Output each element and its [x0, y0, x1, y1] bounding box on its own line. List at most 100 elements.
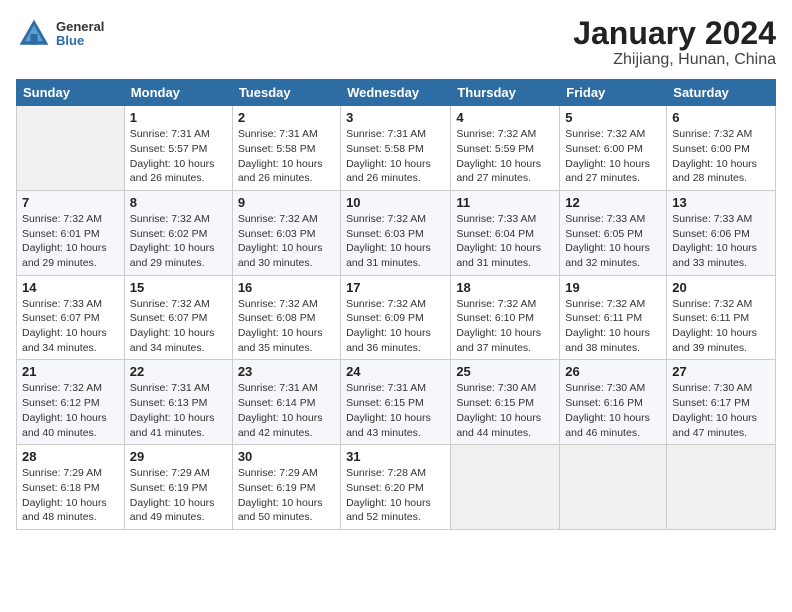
day-number: 31	[346, 449, 445, 464]
day-number: 20	[672, 280, 770, 295]
calendar-cell: 15 Sunrise: 7:32 AMSunset: 6:07 PMDayligh…	[124, 275, 232, 360]
calendar-cell: 21Sunrise: 7:32 AMSunset: 6:12 PMDayligh…	[17, 360, 125, 445]
calendar-cell: 12Sunrise: 7:33 AMSunset: 6:05 PMDayligh…	[560, 190, 667, 275]
day-number: 11	[456, 195, 554, 210]
day-info: Sunrise: 7:32 AMSunset: 6:08 PMDaylight:…	[238, 297, 335, 356]
logo-blue-text: Blue	[56, 34, 104, 48]
calendar-cell: 31 Sunrise: 7:28 AMSunset: 6:20 PMDayligh…	[341, 445, 451, 530]
day-number: 18	[456, 280, 554, 295]
weekday-header-friday: Friday	[560, 80, 667, 106]
day-info: Sunrise: 7:28 AMSunset: 6:20 PMDaylight:…	[346, 466, 445, 525]
day-info: Sunrise: 7:32 AMSunset: 6:00 PMDaylight:…	[672, 127, 770, 186]
calendar-cell: 30Sunrise: 7:29 AMSunset: 6:19 PMDayligh…	[232, 445, 340, 530]
calendar-cell: 29Sunrise: 7:29 AMSunset: 6:19 PMDayligh…	[124, 445, 232, 530]
calendar-cell: 5 Sunrise: 7:32 AMSunset: 6:00 PMDaylight…	[560, 106, 667, 191]
calendar-cell: 19 Sunrise: 7:32 AMSunset: 6:11 PMDayligh…	[560, 275, 667, 360]
calendar-cell: 28 Sunrise: 7:29 AMSunset: 6:18 PMDayligh…	[17, 445, 125, 530]
calendar-cell: 14 Sunrise: 7:33 AMSunset: 6:07 PMDayligh…	[17, 275, 125, 360]
week-row-1: 1 Sunrise: 7:31 AMSunset: 5:57 PMDaylight…	[17, 106, 776, 191]
weekday-header-row: SundayMondayTuesdayWednesdayThursdayFrid…	[17, 80, 776, 106]
day-number: 27	[672, 364, 770, 379]
calendar-cell: 9Sunrise: 7:32 AMSunset: 6:03 PMDaylight…	[232, 190, 340, 275]
day-info: Sunrise: 7:32 AMSunset: 6:07 PMDaylight:…	[130, 297, 227, 356]
day-info: Sunrise: 7:32 AMSunset: 6:01 PMDaylight:…	[22, 212, 119, 271]
day-info: Sunrise: 7:31 AMSunset: 5:57 PMDaylight:…	[130, 127, 227, 186]
day-number: 2	[238, 110, 335, 125]
calendar-cell: 26Sunrise: 7:30 AMSunset: 6:16 PMDayligh…	[560, 360, 667, 445]
calendar-cell	[667, 445, 776, 530]
day-number: 21	[22, 364, 119, 379]
calendar-cell: 2 Sunrise: 7:31 AMSunset: 5:58 PMDaylight…	[232, 106, 340, 191]
day-info: Sunrise: 7:32 AMSunset: 5:59 PMDaylight:…	[456, 127, 554, 186]
calendar-cell: 22 Sunrise: 7:31 AMSunset: 6:13 PMDayligh…	[124, 360, 232, 445]
calendar-title: January 2024	[573, 16, 776, 51]
day-number: 17	[346, 280, 445, 295]
day-number: 30	[238, 449, 335, 464]
calendar-cell: 4 Sunrise: 7:32 AMSunset: 5:59 PMDaylight…	[451, 106, 560, 191]
day-number: 5	[565, 110, 661, 125]
week-row-2: 7 Sunrise: 7:32 AMSunset: 6:01 PMDaylight…	[17, 190, 776, 275]
weekday-header-saturday: Saturday	[667, 80, 776, 106]
day-info: Sunrise: 7:31 AMSunset: 6:13 PMDaylight:…	[130, 381, 227, 440]
weekday-header-sunday: Sunday	[17, 80, 125, 106]
day-info: Sunrise: 7:32 AMSunset: 6:03 PMDaylight:…	[346, 212, 445, 271]
day-info: Sunrise: 7:29 AMSunset: 6:18 PMDaylight:…	[22, 466, 119, 525]
day-number: 12	[565, 195, 661, 210]
page: General Blue January 2024 Zhijiang, Huna…	[0, 0, 792, 612]
calendar-cell	[17, 106, 125, 191]
logo: General Blue	[16, 16, 104, 52]
week-row-3: 14 Sunrise: 7:33 AMSunset: 6:07 PMDayligh…	[17, 275, 776, 360]
calendar-cell: 13 Sunrise: 7:33 AMSunset: 6:06 PMDayligh…	[667, 190, 776, 275]
calendar-cell: 20Sunrise: 7:32 AMSunset: 6:11 PMDayligh…	[667, 275, 776, 360]
day-info: Sunrise: 7:33 AMSunset: 6:06 PMDaylight:…	[672, 212, 770, 271]
day-number: 14	[22, 280, 119, 295]
day-info: Sunrise: 7:32 AMSunset: 6:11 PMDaylight:…	[565, 297, 661, 356]
day-info: Sunrise: 7:32 AMSunset: 6:10 PMDaylight:…	[456, 297, 554, 356]
day-info: Sunrise: 7:32 AMSunset: 6:02 PMDaylight:…	[130, 212, 227, 271]
header: General Blue January 2024 Zhijiang, Huna…	[16, 16, 776, 69]
day-number: 22	[130, 364, 227, 379]
day-number: 24	[346, 364, 445, 379]
day-number: 19	[565, 280, 661, 295]
day-number: 13	[672, 195, 770, 210]
day-number: 16	[238, 280, 335, 295]
calendar-cell: 10Sunrise: 7:32 AMSunset: 6:03 PMDayligh…	[341, 190, 451, 275]
calendar-cell: 27 Sunrise: 7:30 AMSunset: 6:17 PMDayligh…	[667, 360, 776, 445]
calendar-cell: 18 Sunrise: 7:32 AMSunset: 6:10 PMDayligh…	[451, 275, 560, 360]
day-info: Sunrise: 7:32 AMSunset: 6:00 PMDaylight:…	[565, 127, 661, 186]
day-number: 1	[130, 110, 227, 125]
day-info: Sunrise: 7:31 AMSunset: 6:14 PMDaylight:…	[238, 381, 335, 440]
weekday-header-tuesday: Tuesday	[232, 80, 340, 106]
day-info: Sunrise: 7:33 AMSunset: 6:04 PMDaylight:…	[456, 212, 554, 271]
calendar-cell: 24Sunrise: 7:31 AMSunset: 6:15 PMDayligh…	[341, 360, 451, 445]
weekday-header-monday: Monday	[124, 80, 232, 106]
logo-text: General Blue	[56, 20, 104, 49]
calendar-table: SundayMondayTuesdayWednesdayThursdayFrid…	[16, 79, 776, 530]
calendar-cell: 8 Sunrise: 7:32 AMSunset: 6:02 PMDaylight…	[124, 190, 232, 275]
calendar-cell	[451, 445, 560, 530]
day-number: 3	[346, 110, 445, 125]
day-info: Sunrise: 7:29 AMSunset: 6:19 PMDaylight:…	[130, 466, 227, 525]
calendar-subtitle: Zhijiang, Hunan, China	[573, 51, 776, 69]
logo-general-text: General	[56, 20, 104, 34]
logo-icon	[16, 16, 52, 52]
day-number: 15	[130, 280, 227, 295]
day-number: 26	[565, 364, 661, 379]
day-number: 25	[456, 364, 554, 379]
day-number: 4	[456, 110, 554, 125]
day-info: Sunrise: 7:31 AMSunset: 5:58 PMDaylight:…	[238, 127, 335, 186]
day-info: Sunrise: 7:31 AMSunset: 5:58 PMDaylight:…	[346, 127, 445, 186]
weekday-header-thursday: Thursday	[451, 80, 560, 106]
weekday-header-wednesday: Wednesday	[341, 80, 451, 106]
day-number: 7	[22, 195, 119, 210]
day-info: Sunrise: 7:33 AMSunset: 6:07 PMDaylight:…	[22, 297, 119, 356]
day-number: 28	[22, 449, 119, 464]
calendar-cell: 17Sunrise: 7:32 AMSunset: 6:09 PMDayligh…	[341, 275, 451, 360]
calendar-cell: 3 Sunrise: 7:31 AMSunset: 5:58 PMDaylight…	[341, 106, 451, 191]
day-number: 8	[130, 195, 227, 210]
day-number: 9	[238, 195, 335, 210]
day-number: 6	[672, 110, 770, 125]
calendar-cell	[560, 445, 667, 530]
calendar-cell: 6 Sunrise: 7:32 AMSunset: 6:00 PMDaylight…	[667, 106, 776, 191]
day-info: Sunrise: 7:30 AMSunset: 6:17 PMDaylight:…	[672, 381, 770, 440]
